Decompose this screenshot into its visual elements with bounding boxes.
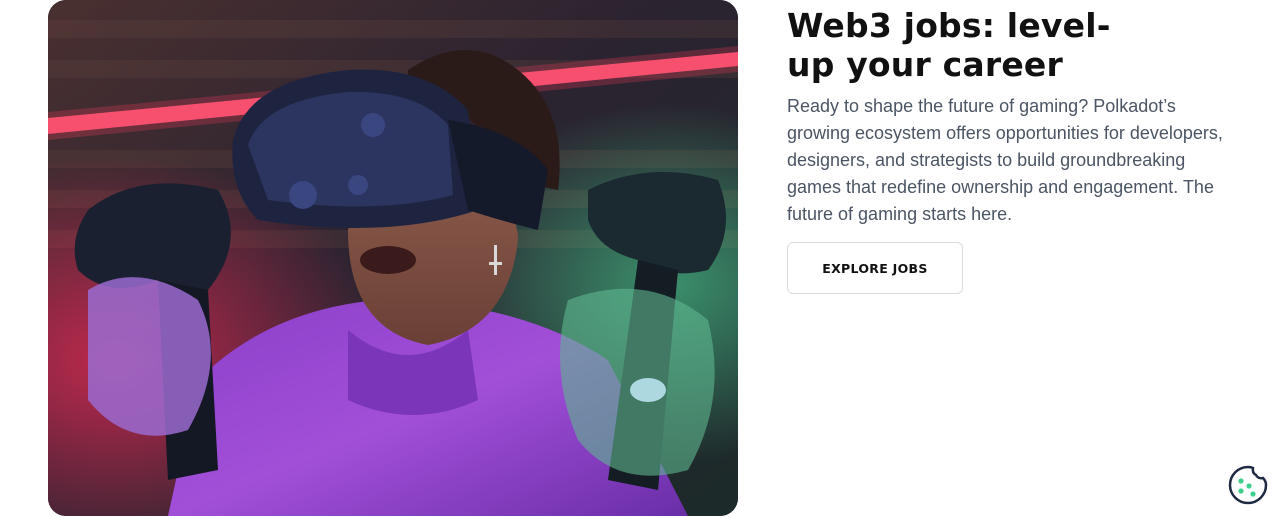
cookie-settings-button[interactable] bbox=[1227, 464, 1269, 506]
section-heading: Web3 jobs: level-up your career bbox=[787, 6, 1111, 84]
section-body: Ready to shape the future of gaming? Pol… bbox=[787, 96, 1223, 224]
cookie-icon bbox=[1228, 465, 1268, 505]
page: Web3 jobs: level-up your career Ready to… bbox=[0, 0, 1280, 518]
hero-photo bbox=[48, 0, 738, 516]
text-column: Web3 jobs: level-up your career Ready to… bbox=[787, 6, 1237, 294]
explore-jobs-button[interactable]: EXPLORE JOBS bbox=[787, 242, 963, 294]
